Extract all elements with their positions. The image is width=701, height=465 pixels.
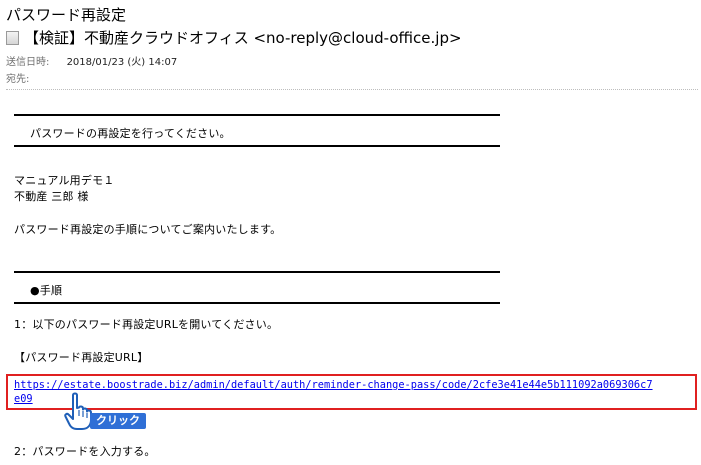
banner-text: パスワードの再設定を行ってください。 xyxy=(30,127,231,140)
reset-url-link-line-1[interactable]: https://estate.boostrade.biz/admin/defau… xyxy=(14,379,653,391)
rule-top-1 xyxy=(14,114,500,116)
rule-section-1 xyxy=(14,271,500,273)
email-from[interactable]: 【検証】不動産クラウドオフィス <no-reply@cloud-office.j… xyxy=(24,27,462,48)
url-heading: 【パスワード再設定URL】 xyxy=(14,351,149,364)
step-2-text: 2：パスワードを入力する。 xyxy=(14,445,156,458)
sender-avatar-icon xyxy=(6,31,19,45)
rule-top-2 xyxy=(14,145,500,147)
intro-text: パスワード再設定の手順についてご案内いたします。 xyxy=(14,223,282,236)
step-1-text: 1：以下のパスワード再設定URLを開いてください。 xyxy=(14,318,279,331)
sent-row: 送信日時: 2018/01/23 (火) 14:07 xyxy=(6,53,177,68)
section-title: ●手順 xyxy=(30,284,63,297)
email-from-row: 【検証】不動産クラウドオフィス <no-reply@cloud-office.j… xyxy=(6,27,462,48)
reset-url-link-line-2[interactable]: e09 xyxy=(14,393,33,405)
recipient-line-1: マニュアル用デモ１ xyxy=(14,174,115,187)
recipient-line-2: 不動産 三郎 様 xyxy=(14,190,89,203)
email-subject: パスワード再設定 xyxy=(6,6,127,24)
header-divider xyxy=(6,89,698,90)
to-row: 宛先: xyxy=(6,70,29,85)
to-label: 宛先: xyxy=(6,74,30,85)
click-badge: クリック xyxy=(90,413,146,429)
sent-label: 送信日時: xyxy=(6,57,50,68)
rule-section-2 xyxy=(14,302,500,304)
sent-value: 2018/01/23 (火) 14:07 xyxy=(66,57,178,68)
